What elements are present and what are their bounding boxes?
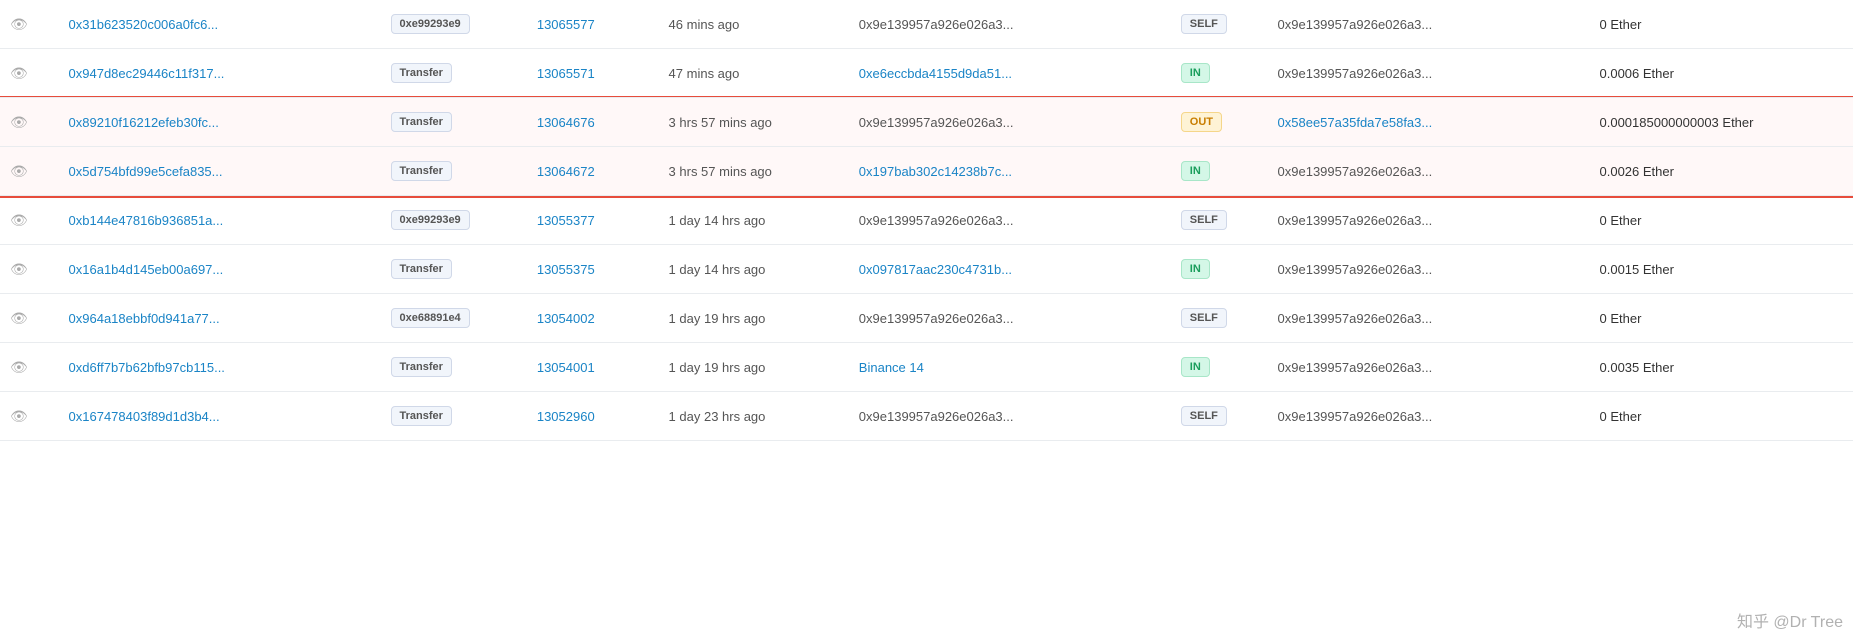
time-cell: 47 mins ago xyxy=(659,49,849,98)
table-row: 👁 0xd6ff7b7b62bfb97cb115... Transfer 130540… xyxy=(0,343,1853,392)
table-row: 👁 0x947d8ec29446c11f317... Transfer 1306557… xyxy=(0,49,1853,98)
time-cell: 1 day 19 hrs ago xyxy=(659,294,849,343)
time-cell: 46 mins ago xyxy=(659,0,849,49)
tx-hash-link[interactable]: 0x89210f16212efeb30fc... xyxy=(69,115,219,130)
time-cell: 1 day 19 hrs ago xyxy=(659,343,849,392)
direction-badge: IN xyxy=(1181,63,1210,83)
tx-hash-link[interactable]: 0x167478403f89d1d3b4... xyxy=(69,409,220,424)
eye-icon[interactable]: 👁 xyxy=(10,65,28,81)
table-row: 👁 0x31b623520c006a0fc6... 0xe99293e9 130655… xyxy=(0,0,1853,49)
block-number[interactable]: 13055377 xyxy=(537,213,595,228)
time-cell: 3 hrs 57 mins ago xyxy=(659,147,849,196)
block-number[interactable]: 13065577 xyxy=(537,17,595,32)
tx-hash-link[interactable]: 0x5d754bfd99e5cefa835... xyxy=(69,164,223,179)
method-badge: Transfer xyxy=(391,112,452,132)
amount-cell: 0.0006 Ether xyxy=(1590,49,1853,98)
method-badge: 0xe99293e9 xyxy=(391,14,470,34)
to-address: 0x9e139957a926e026a3... xyxy=(1278,17,1433,32)
direction-badge: SELF xyxy=(1181,14,1227,34)
block-number[interactable]: 13064672 xyxy=(537,164,595,179)
from-address-link[interactable]: 0x197bab302c14238b7c... xyxy=(859,164,1012,179)
tx-hash-link[interactable]: 0x16a1b4d145eb00a697... xyxy=(69,262,224,277)
amount-cell: 0 Ether xyxy=(1590,294,1853,343)
tx-hash-link[interactable]: 0x31b623520c006a0fc6... xyxy=(69,17,219,32)
block-number[interactable]: 13054001 xyxy=(537,360,595,375)
amount-cell: 0.0015 Ether xyxy=(1590,245,1853,294)
amount-cell: 0 Ether xyxy=(1590,196,1853,245)
direction-badge: OUT xyxy=(1181,112,1222,132)
method-badge: Transfer xyxy=(391,406,452,426)
time-cell: 3 hrs 57 mins ago xyxy=(659,98,849,147)
table-row: 👁 0xb144e47816b936851a... 0xe99293e9 130553… xyxy=(0,196,1853,245)
block-number[interactable]: 13065571 xyxy=(537,66,595,81)
eye-icon[interactable]: 👁 xyxy=(10,114,28,130)
amount-cell: 0.000185000000003 Ether xyxy=(1590,98,1853,147)
amount-cell: 0.0026 Ether xyxy=(1590,147,1853,196)
method-badge: Transfer xyxy=(391,357,452,377)
direction-badge: SELF xyxy=(1181,210,1227,230)
to-address: 0x9e139957a926e026a3... xyxy=(1278,164,1433,179)
block-number[interactable]: 13055375 xyxy=(537,262,595,277)
table-row: 👁 0x89210f16212efeb30fc... Transfer 1306467… xyxy=(0,98,1853,147)
block-number[interactable]: 13054002 xyxy=(537,311,595,326)
to-address: 0x9e139957a926e026a3... xyxy=(1278,213,1433,228)
from-address-link[interactable]: 0xe6eccbda4155d9da51... xyxy=(859,66,1012,81)
table-row: 👁 0x167478403f89d1d3b4... Transfer 13052960… xyxy=(0,392,1853,441)
tx-hash-link[interactable]: 0xb144e47816b936851a... xyxy=(69,213,224,228)
direction-badge: SELF xyxy=(1181,406,1227,426)
from-address-link[interactable]: 0x097817aac230c4731b... xyxy=(859,262,1012,277)
tx-hash-link[interactable]: 0xd6ff7b7b62bfb97cb115... xyxy=(69,360,225,375)
time-cell: 1 day 23 hrs ago xyxy=(659,392,849,441)
to-address: 0x9e139957a926e026a3... xyxy=(1278,311,1433,326)
watermark: 知乎 @Dr Tree xyxy=(1737,608,1843,632)
amount-cell: 0.0035 Ether xyxy=(1590,343,1853,392)
amount-cell: 0 Ether xyxy=(1590,392,1853,441)
to-address: 0x9e139957a926e026a3... xyxy=(1278,360,1433,375)
eye-icon[interactable]: 👁 xyxy=(10,16,28,32)
tx-hash-link[interactable]: 0x964a18ebbf0d941a77... xyxy=(69,311,220,326)
to-address: 0x9e139957a926e026a3... xyxy=(1278,262,1433,277)
time-cell: 1 day 14 hrs ago xyxy=(659,196,849,245)
from-address: 0x9e139957a926e026a3... xyxy=(859,409,1014,424)
direction-badge: IN xyxy=(1181,357,1210,377)
tx-hash-link[interactable]: 0x947d8ec29446c11f317... xyxy=(69,66,225,81)
method-badge: Transfer xyxy=(391,161,452,181)
eye-icon[interactable]: 👁 xyxy=(10,408,28,424)
from-address-link[interactable]: Binance 14 xyxy=(859,360,924,375)
from-address: 0x9e139957a926e026a3... xyxy=(859,213,1014,228)
block-number[interactable]: 13064676 xyxy=(537,115,595,130)
to-address: 0x9e139957a926e026a3... xyxy=(1278,409,1433,424)
from-address: 0x9e139957a926e026a3... xyxy=(859,311,1014,326)
method-badge: Transfer xyxy=(391,63,452,83)
time-cell: 1 day 14 hrs ago xyxy=(659,245,849,294)
eye-icon[interactable]: 👁 xyxy=(10,261,28,277)
block-number[interactable]: 13052960 xyxy=(537,409,595,424)
direction-badge: SELF xyxy=(1181,308,1227,328)
method-badge: Transfer xyxy=(391,259,452,279)
method-badge: 0xe99293e9 xyxy=(391,210,470,230)
from-address: 0x9e139957a926e026a3... xyxy=(859,17,1014,32)
from-address: 0x9e139957a926e026a3... xyxy=(859,115,1014,130)
method-badge: 0xe68891e4 xyxy=(391,308,470,328)
direction-badge: IN xyxy=(1181,161,1210,181)
to-address-link[interactable]: 0x58ee57a35fda7e58fa3... xyxy=(1278,115,1433,130)
eye-icon[interactable]: 👁 xyxy=(10,163,28,179)
table-row: 👁 0x964a18ebbf0d941a77... 0xe68891e4 130540… xyxy=(0,294,1853,343)
eye-icon[interactable]: 👁 xyxy=(10,359,28,375)
eye-icon[interactable]: 👁 xyxy=(10,310,28,326)
eye-icon[interactable]: 👁 xyxy=(10,212,28,228)
to-address: 0x9e139957a926e026a3... xyxy=(1278,66,1433,81)
table-row: 👁 0x5d754bfd99e5cefa835... Transfer 1306467… xyxy=(0,147,1853,196)
amount-cell: 0 Ether xyxy=(1590,0,1853,49)
direction-badge: IN xyxy=(1181,259,1210,279)
transactions-table: 👁 0x31b623520c006a0fc6... 0xe99293e9 130655… xyxy=(0,0,1853,441)
table-row: 👁 0x16a1b4d145eb00a697... Transfer 13055375… xyxy=(0,245,1853,294)
